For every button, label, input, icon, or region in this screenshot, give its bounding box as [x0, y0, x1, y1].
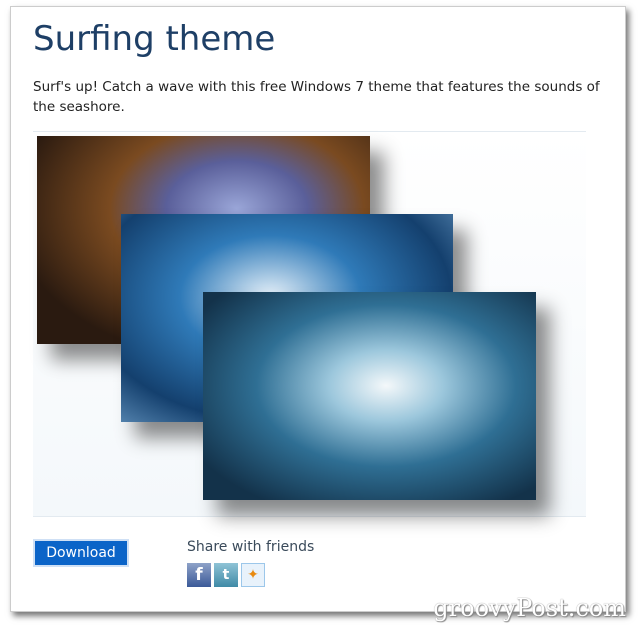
- messenger-icon[interactable]: ✦: [241, 563, 265, 587]
- twitter-icon[interactable]: t: [214, 563, 238, 587]
- theme-page: Surfing theme Surf's up! Catch a wave wi…: [10, 6, 626, 612]
- surfer-tube-image: [203, 292, 536, 500]
- theme-preview: [33, 131, 586, 517]
- page-title: Surfing theme: [33, 19, 276, 59]
- facebook-icon[interactable]: f: [187, 563, 211, 587]
- page-description: Surf's up! Catch a wave with this free W…: [33, 79, 600, 115]
- watermark: groovyPost.com: [433, 594, 626, 622]
- share-label: Share with friends: [187, 539, 315, 555]
- download-button[interactable]: Download: [33, 539, 129, 567]
- share-icons: f t ✦: [187, 563, 265, 587]
